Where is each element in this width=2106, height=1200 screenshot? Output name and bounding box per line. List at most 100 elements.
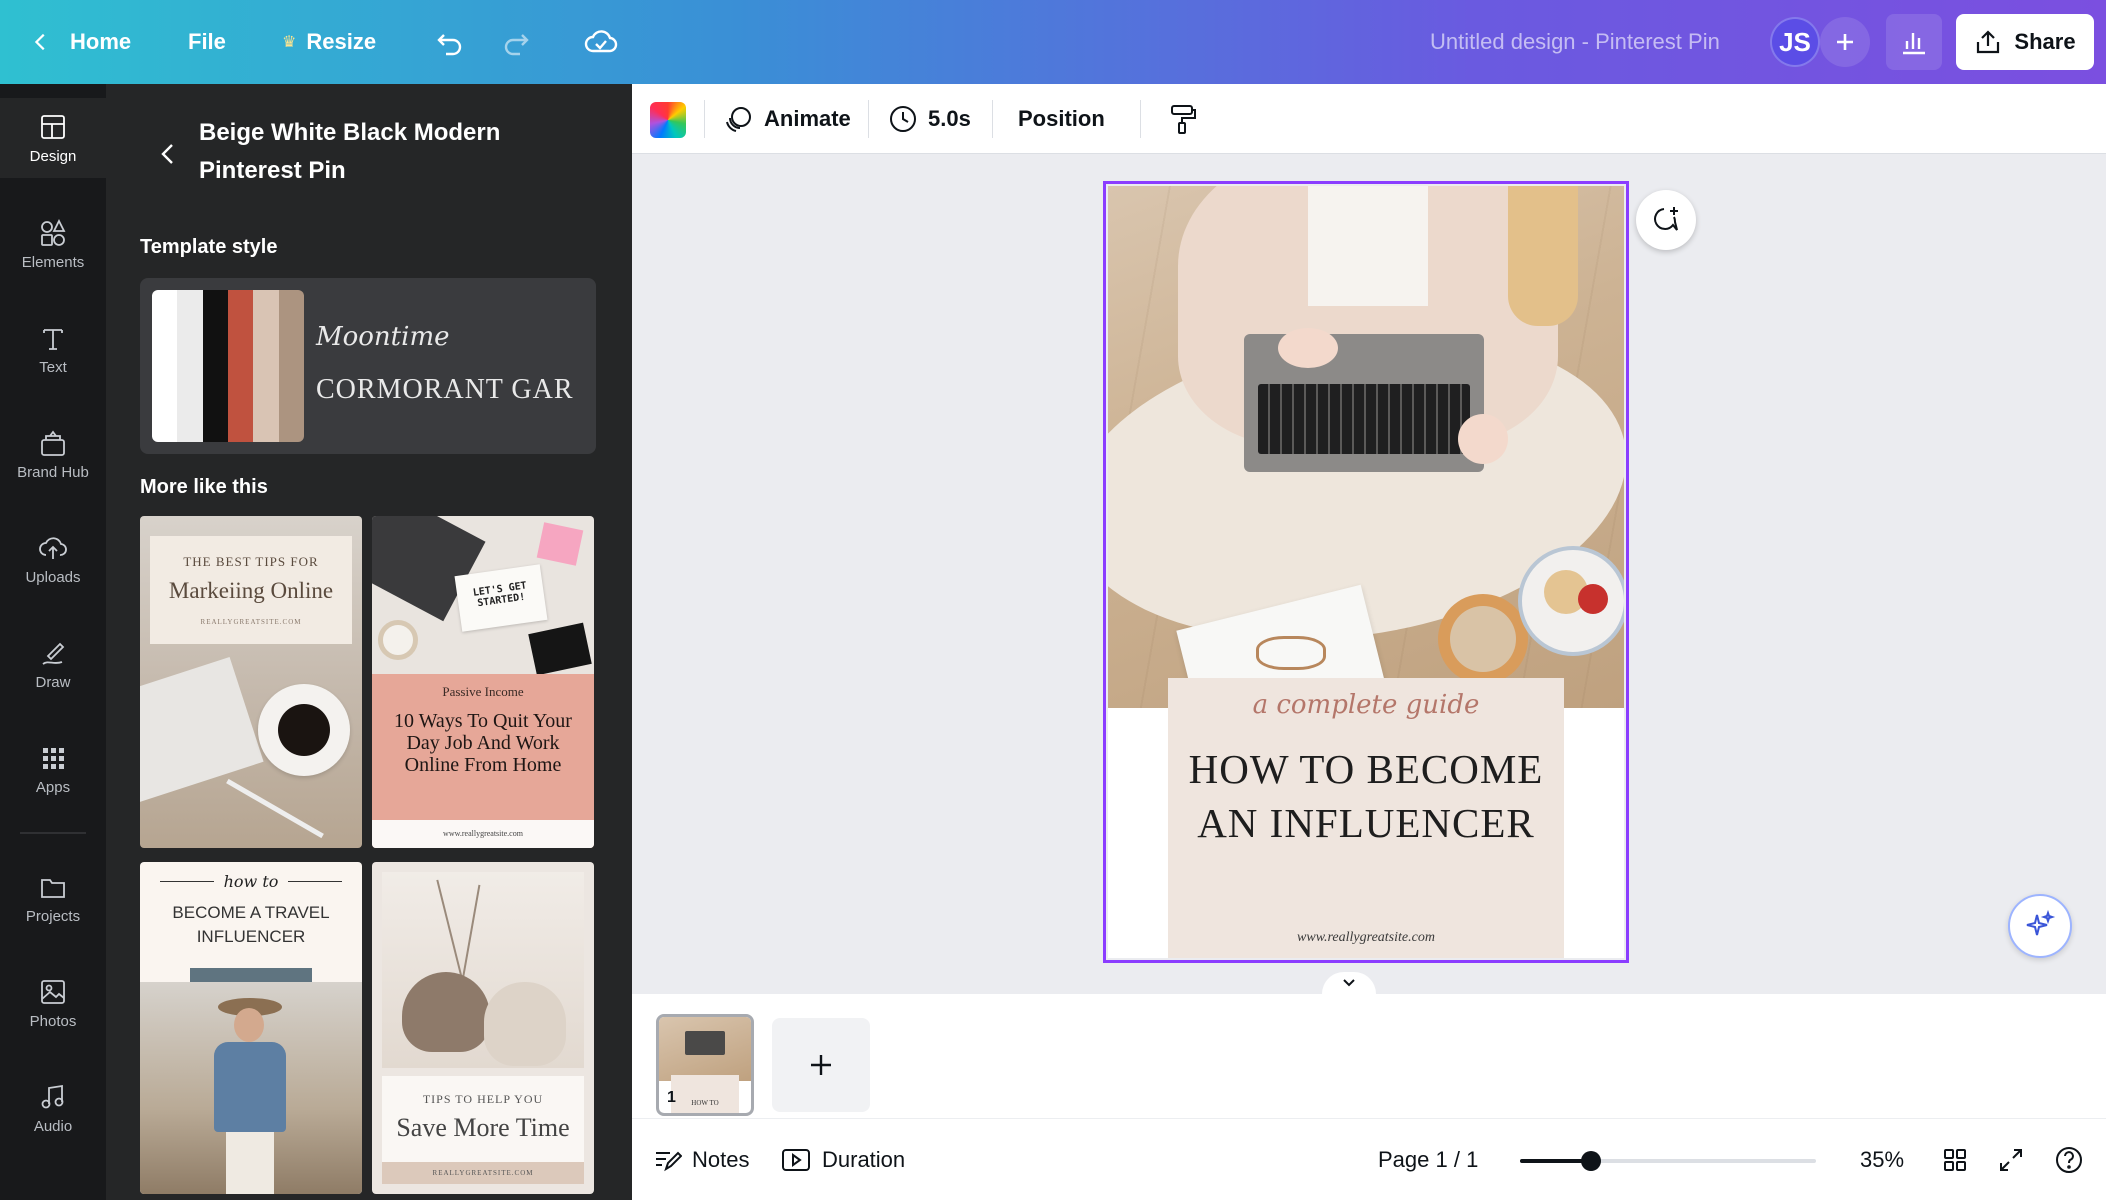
tagline-text[interactable]: a complete guide <box>1168 690 1564 720</box>
document-title[interactable]: Untitled design - Pinterest Pin <box>1430 0 1720 84</box>
panel-back-button[interactable] <box>156 136 178 177</box>
undo-button[interactable] <box>434 0 466 84</box>
note-card: LET'S GET STARTED! <box>454 564 548 632</box>
animate-button[interactable]: Animate <box>724 84 851 154</box>
cloud-save-button[interactable] <box>584 0 618 84</box>
page-thumb-laptop <box>685 1031 725 1055</box>
hair-shape <box>1508 186 1578 326</box>
hide-pages-button[interactable] <box>1322 972 1376 994</box>
copy-style-button[interactable] <box>1142 84 1222 154</box>
headline-text[interactable]: HOW TO BECOME AN INFLUENCER <box>1168 742 1564 850</box>
rail-item-projects[interactable]: Projects <box>0 858 106 938</box>
template-style-card[interactable]: Moontime CORMORANT GAR <box>140 278 596 454</box>
zoom-slider-handle[interactable] <box>1581 1151 1602 1171</box>
rail-item-uploads[interactable]: Uploads <box>0 519 106 599</box>
design-page[interactable]: a complete guide HOW TO BECOME AN INFLUE… <box>1103 181 1629 963</box>
home-button[interactable]: Home <box>30 0 131 84</box>
rail-item-label: Elements <box>21 253 85 271</box>
rail-item-label: Audio <box>33 1117 73 1135</box>
redo-button[interactable] <box>500 0 532 84</box>
position-label: Position <box>1018 106 1105 131</box>
rail-item-draw[interactable]: Draw <box>0 624 106 704</box>
zoom-slider[interactable] <box>1520 1151 1816 1171</box>
grid-view-button[interactable] <box>1938 1143 1972 1177</box>
help-button[interactable] <box>2052 1143 2086 1177</box>
share-button[interactable]: Share <box>1956 14 2094 70</box>
position-button[interactable]: Position <box>1018 84 1105 154</box>
magic-assistant-button[interactable] <box>2008 894 2072 958</box>
template-thumbnail[interactable]: THE BEST TIPS FOR Markeiing Online REALL… <box>140 516 362 848</box>
crown-icon: ♛ <box>282 34 297 51</box>
resize-button[interactable]: ♛ Resize <box>282 0 376 84</box>
color-swatch <box>177 290 203 442</box>
page-number: 1 <box>667 1089 676 1106</box>
notes-label: Notes <box>692 1147 750 1172</box>
template-thumbnail[interactable]: TIPS TO HELP YOU Save More Time REALLYGR… <box>372 862 594 1194</box>
play-icon <box>782 1149 810 1171</box>
pants-shape <box>226 1132 274 1194</box>
color-swatch <box>227 290 254 442</box>
headline-text-box[interactable]: a complete guide HOW TO BECOME AN INFLUE… <box>1168 678 1564 958</box>
color-palette[interactable] <box>152 290 304 442</box>
add-comment-button[interactable] <box>1636 190 1696 250</box>
sparkle-icon <box>2026 909 2056 936</box>
file-label: File <box>188 29 226 54</box>
rail-item-audio[interactable]: Audio <box>0 1068 106 1148</box>
upload-icon <box>39 536 67 559</box>
apps-icon <box>43 747 64 769</box>
duration-value: 5.0s <box>928 106 971 131</box>
website-text[interactable]: www.reallygreatsite.com <box>1168 930 1564 946</box>
thumb-kicker: how to <box>140 872 362 891</box>
template-thumbnail[interactable]: LET'S GET STARTED! Passive Income 10 Way… <box>372 516 594 848</box>
rule-line <box>159 881 214 882</box>
chevron-left-icon <box>161 144 173 164</box>
duration-timeline-button[interactable]: Duration <box>780 1119 905 1200</box>
rail-item-design[interactable]: Design <box>0 98 106 178</box>
page-indicator[interactable]: Page 1 / 1 <box>1378 1119 1478 1200</box>
rail-item-photos[interactable]: Photos <box>0 963 106 1043</box>
rail-item-label: Apps <box>35 778 71 796</box>
rule-line <box>288 881 343 882</box>
page-thumbnail[interactable]: HOW TO 1 <box>656 1014 754 1116</box>
glasses-shape <box>1256 636 1326 670</box>
page-thumb-textbox: HOW TO <box>671 1075 739 1113</box>
thumb-footer: www.reallygreatsite.com <box>443 829 523 838</box>
avatar[interactable]: JS <box>1770 17 1820 67</box>
vase-shape <box>402 972 490 1052</box>
vase-shape <box>484 982 566 1066</box>
share-label: Share <box>2014 29 2076 54</box>
insights-button[interactable] <box>1886 14 1942 70</box>
fruit-shape <box>1578 584 1608 614</box>
rail-item-label: Projects <box>25 907 81 925</box>
help-icon <box>2056 1147 2082 1173</box>
hero-photo[interactable] <box>1108 186 1624 748</box>
add-collaborator-button[interactable] <box>1820 17 1870 67</box>
script-font-sample: Moontime <box>316 322 450 352</box>
left-rail: Design Elements Text Brand Hub Uploads D… <box>0 84 106 1200</box>
note-card-text: LET'S GET STARTED! <box>472 580 528 610</box>
home-label: Home <box>70 29 132 54</box>
notes-button[interactable]: Notes <box>652 1119 749 1200</box>
undo-icon <box>437 34 462 56</box>
plus-icon <box>811 1055 831 1075</box>
bar-chart-icon <box>1903 33 1925 55</box>
rail-item-text[interactable]: Text <box>0 309 106 389</box>
template-title: Beige White Black Modern Pinterest Pin <box>199 119 501 184</box>
add-page-button[interactable] <box>772 1018 870 1112</box>
duration-button[interactable]: 5.0s <box>888 84 971 154</box>
rail-item-apps[interactable]: Apps <box>0 729 106 809</box>
notes-icon <box>656 1151 682 1172</box>
share-upload-icon <box>1977 30 2000 54</box>
template-thumbnail[interactable]: how to BECOME A TRAVEL INFLUENCER <box>140 862 362 1194</box>
fullscreen-button[interactable] <box>1994 1143 2028 1177</box>
plus-icon <box>1837 34 1853 50</box>
rail-item-brand-hub[interactable]: Brand Hub <box>0 414 106 494</box>
file-menu-button[interactable]: File <box>188 0 226 84</box>
coffee-shape <box>278 704 330 756</box>
rail-item-elements[interactable]: Elements <box>0 204 106 284</box>
zoom-level[interactable]: 35% <box>1860 1119 1904 1200</box>
cloud-check-icon <box>584 30 618 53</box>
color-picker-button[interactable] <box>650 102 686 138</box>
rail-item-label: Design <box>29 147 77 165</box>
pages-strip: HOW TO 1 <box>632 994 2106 1118</box>
